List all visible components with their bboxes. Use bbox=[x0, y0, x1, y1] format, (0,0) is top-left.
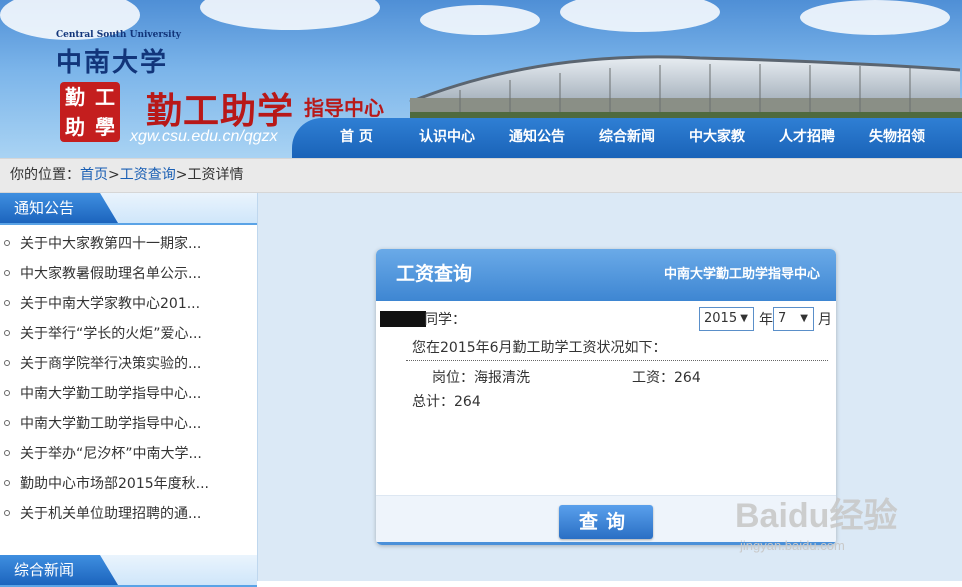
bullet-icon bbox=[4, 480, 10, 486]
seal-char: 工 bbox=[95, 85, 115, 109]
bullet-icon bbox=[4, 390, 10, 396]
list-item[interactable]: 关于机关单位助理招聘的通... bbox=[0, 499, 257, 529]
baidu-watermark: Baidu经验 bbox=[735, 497, 898, 535]
year-unit-label: 年 bbox=[759, 312, 773, 328]
dropdown-arrow-icon: ▼ bbox=[800, 313, 808, 324]
position-field: 岗位：海报清洗 bbox=[432, 367, 530, 387]
notice-list: 关于中大家教第四十一期家... 中大家教暑假助理名单公示... 关于中南大学家教… bbox=[0, 225, 257, 529]
site-title: 勤工助学 bbox=[146, 90, 295, 132]
list-item-label: 关于中南大学家教中心201... bbox=[20, 296, 201, 312]
list-item-label: 关于举行“学长的火炬”爱心... bbox=[20, 326, 202, 342]
university-logo-text: 中南大学 bbox=[56, 48, 169, 78]
cloud-decoration bbox=[560, 0, 720, 32]
list-item[interactable]: 关于中南大学家教中心201... bbox=[0, 289, 257, 319]
list-item[interactable]: 中南大学勤工助学指导中心... bbox=[0, 379, 257, 409]
nav-home[interactable]: 首 页 bbox=[340, 118, 373, 158]
site-header: Central South University 中南大学 勤 工 助 學 勤工… bbox=[0, 0, 962, 158]
total-label: 总计： bbox=[412, 394, 454, 410]
wage-label: 工资： bbox=[632, 370, 674, 386]
wage-field: 工资：264 bbox=[632, 367, 701, 387]
baidu-watermark-url: jingyan.baidu.com bbox=[740, 538, 845, 553]
site-url: xgw.csu.edu.cn/qgzx bbox=[130, 128, 278, 145]
breadcrumb-separator: > bbox=[108, 167, 120, 183]
bullet-icon bbox=[4, 330, 10, 336]
breadcrumb-prefix: 你的位置： bbox=[10, 167, 80, 183]
cloud-decoration bbox=[420, 5, 540, 35]
bullet-icon bbox=[4, 420, 10, 426]
qgzx-seal-logo: 勤 工 助 學 bbox=[60, 82, 120, 142]
sidebar: 通知公告 关于中大家教第四十一期家... 中大家教暑假助理名单公示... 关于中… bbox=[0, 193, 258, 587]
list-item[interactable]: 关于举行“学长的火炬”爱心... bbox=[0, 319, 257, 349]
panel-header: 工资查询 中南大学勤工助学指导中心 bbox=[376, 249, 836, 301]
bullet-icon bbox=[4, 510, 10, 516]
nav-notices[interactable]: 通知公告 bbox=[509, 118, 565, 158]
university-english-name: Central South University bbox=[56, 30, 181, 40]
site-subtitle: 指导中心 bbox=[304, 96, 384, 120]
cloud-decoration bbox=[800, 0, 950, 35]
panel-body: 同学： 2015 ▼ 年 7 ▼ 月 您在2015年6月勤工助学工资状况如下： 岗位… bbox=[376, 301, 836, 495]
position-label: 岗位： bbox=[432, 370, 474, 386]
greeting-text: 同学： bbox=[424, 312, 466, 328]
breadcrumb-separator: > bbox=[175, 167, 188, 183]
bullet-icon bbox=[4, 240, 10, 246]
panel-organization: 中南大学勤工助学指导中心 bbox=[663, 267, 820, 282]
month-unit-label: 月 bbox=[818, 312, 832, 328]
nav-recruitment[interactable]: 人才招聘 bbox=[779, 118, 835, 158]
query-button[interactable]: 查询 bbox=[559, 505, 653, 539]
bullet-icon bbox=[4, 360, 10, 366]
redacted-name bbox=[380, 311, 426, 327]
stadium-banner-image bbox=[409, 55, 962, 120]
year-select-value: 2015 bbox=[704, 311, 738, 326]
list-item-label: 关于机关单位助理招聘的通... bbox=[20, 506, 202, 522]
breadcrumb: 你的位置：首页>工资查询>工资详情 bbox=[0, 158, 962, 193]
notice-section-header: 通知公告 bbox=[0, 193, 257, 225]
cloud-decoration bbox=[200, 0, 380, 30]
month-select-value: 7 bbox=[778, 311, 787, 326]
breadcrumb-home-link[interactable]: 首页 bbox=[80, 167, 108, 183]
bullet-icon bbox=[4, 450, 10, 456]
main-nav: 首 页 认识中心 通知公告 综合新闻 中大家教 人才招聘 失物招领 bbox=[292, 118, 962, 158]
list-item[interactable]: 关于商学院举行决策实验的... bbox=[0, 349, 257, 379]
nav-tutoring[interactable]: 中大家教 bbox=[689, 118, 745, 158]
list-item-label: 关于举办“尼汐杯”中南大学... bbox=[20, 446, 202, 462]
breadcrumb-query-link[interactable]: 工资查询 bbox=[120, 167, 176, 183]
bullet-icon bbox=[4, 300, 10, 306]
list-item[interactable]: 中大家教暑假助理名单公示... bbox=[0, 259, 257, 289]
year-select[interactable]: 2015 ▼ bbox=[699, 307, 754, 331]
notice-section-title: 通知公告 bbox=[14, 199, 75, 217]
list-item-label: 中南大学勤工助学指导中心... bbox=[20, 416, 202, 432]
seal-char: 勤 bbox=[65, 85, 85, 109]
panel-title: 工资查询 bbox=[396, 263, 473, 285]
list-item[interactable]: 中南大学勤工助学指导中心... bbox=[0, 409, 257, 439]
nav-lost-found[interactable]: 失物招领 bbox=[869, 118, 925, 158]
month-select[interactable]: 7 ▼ bbox=[773, 307, 814, 331]
position-value: 海报清洗 bbox=[474, 370, 530, 386]
total-value: 264 bbox=[454, 394, 481, 410]
wage-status-text: 您在2015年6月勤工助学工资状况如下： bbox=[412, 340, 667, 356]
total-field: 总计：264 bbox=[412, 391, 481, 411]
list-item[interactable]: 关于中大家教第四十一期家... bbox=[0, 229, 257, 259]
list-item-label: 中大家教暑假助理名单公示... bbox=[20, 266, 202, 282]
dropdown-arrow-icon: ▼ bbox=[740, 313, 748, 324]
list-item-label: 勤助中心市场部2015年度秋... bbox=[20, 476, 209, 492]
breadcrumb-current: 工资详情 bbox=[187, 167, 244, 183]
nav-about[interactable]: 认识中心 bbox=[419, 118, 475, 158]
list-item[interactable]: 关于举办“尼汐杯”中南大学... bbox=[0, 439, 257, 469]
list-item-label: 关于商学院举行决策实验的... bbox=[20, 356, 202, 372]
bullet-icon bbox=[4, 270, 10, 276]
divider bbox=[406, 360, 828, 361]
wage-value: 264 bbox=[674, 370, 701, 386]
list-item-label: 关于中大家教第四十一期家... bbox=[20, 236, 202, 252]
seal-char: 助 bbox=[65, 115, 85, 139]
news-section-header: 综合新闻 bbox=[0, 555, 257, 587]
list-item-label: 中南大学勤工助学指导中心... bbox=[20, 386, 202, 402]
list-item[interactable]: 勤助中心市场部2015年度秋... bbox=[0, 469, 257, 499]
nav-news[interactable]: 综合新闻 bbox=[599, 118, 655, 158]
seal-char: 學 bbox=[95, 115, 115, 139]
